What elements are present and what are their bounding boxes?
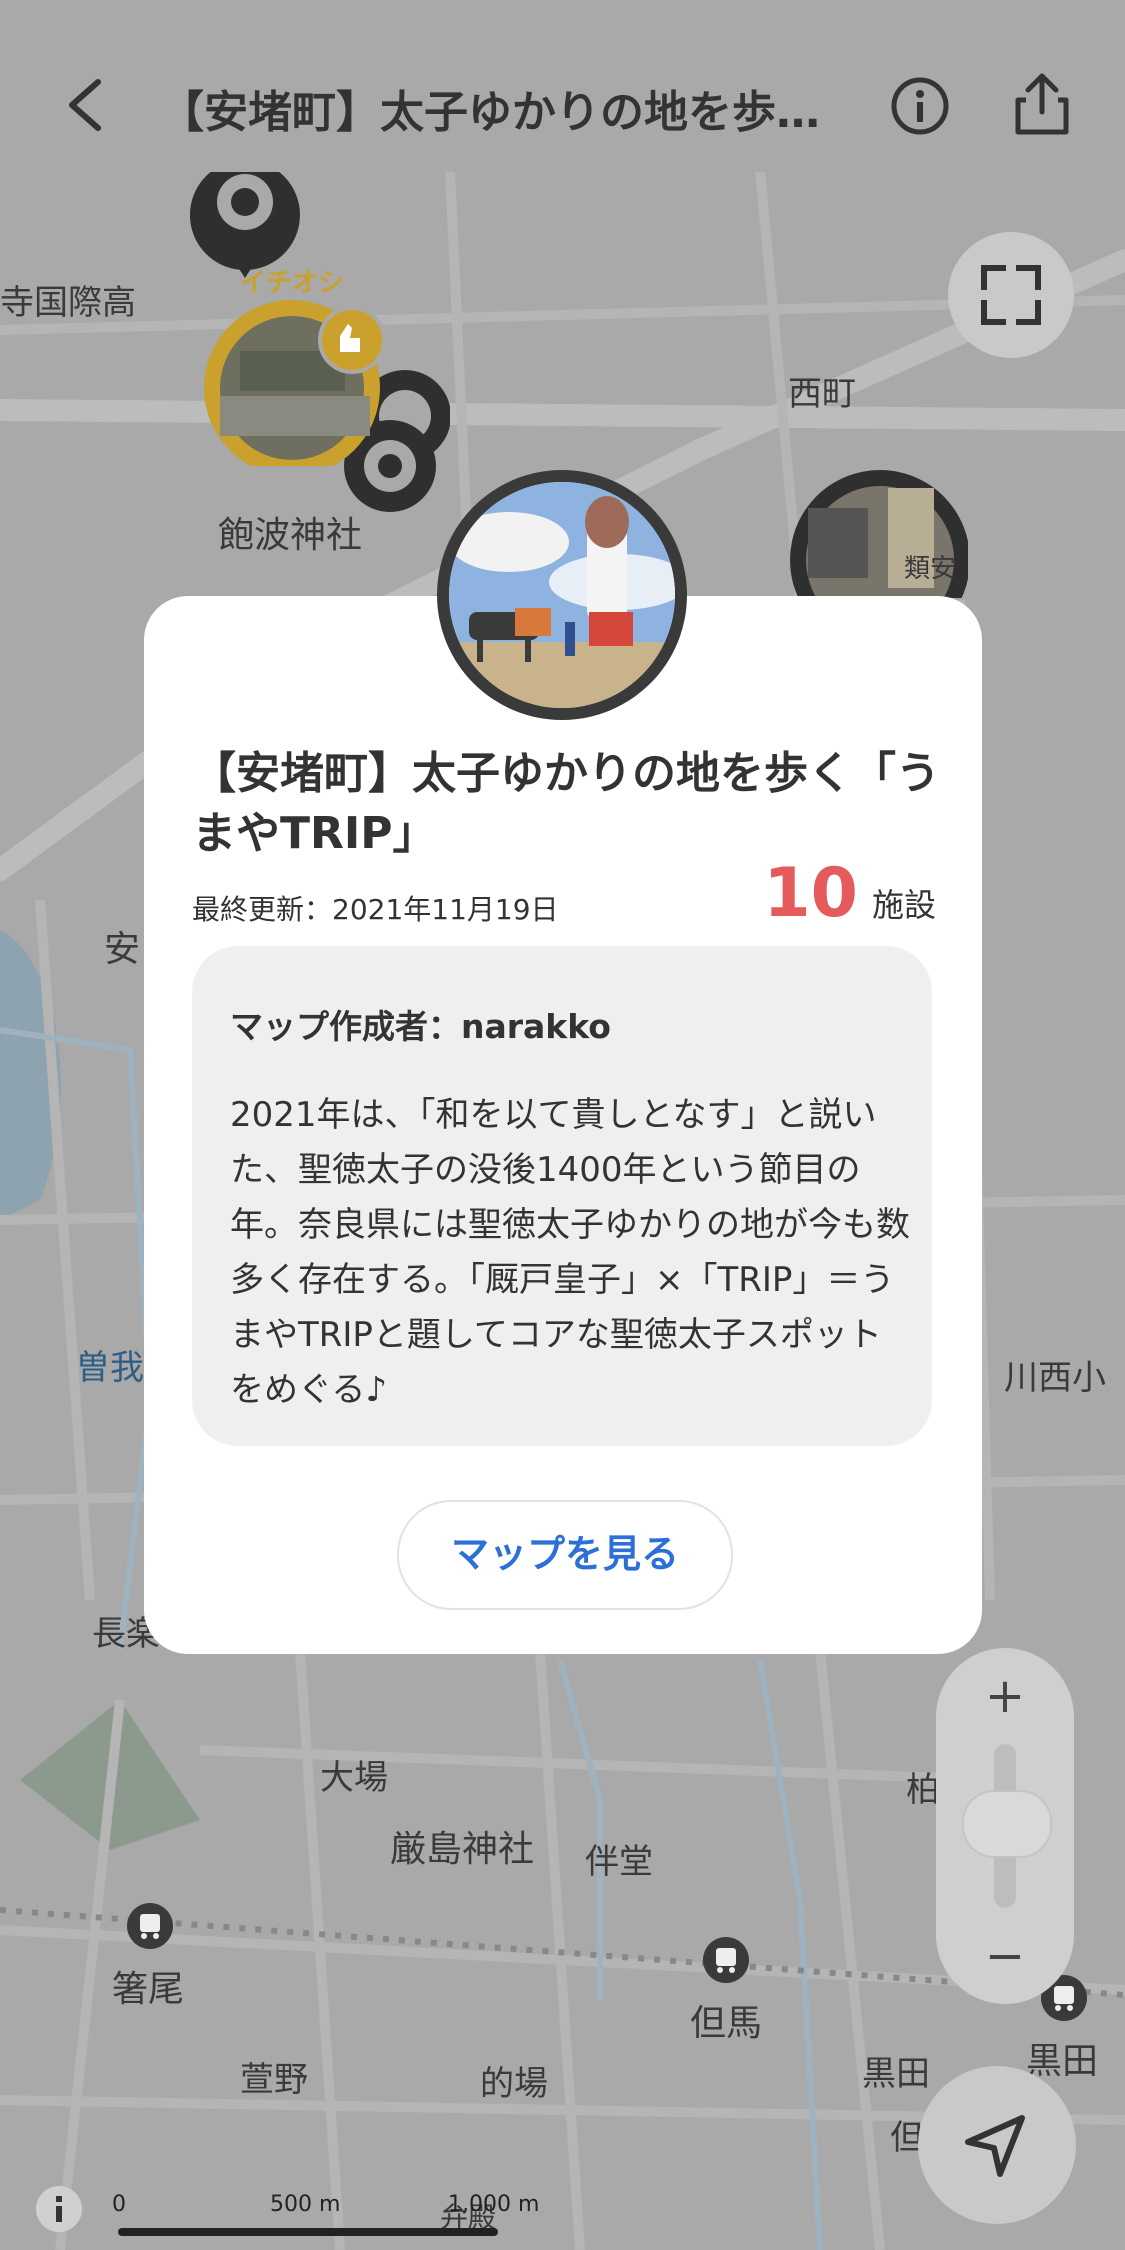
scale-label-zero: 0 bbox=[112, 2192, 126, 2217]
zoom-out-button[interactable]: − bbox=[936, 1928, 1074, 1984]
scale-bar bbox=[118, 2228, 498, 2236]
pin-photo-label: 類安 bbox=[904, 554, 957, 584]
map-label: 的場 bbox=[480, 2064, 548, 2104]
map-cover-avatar bbox=[437, 470, 687, 720]
map-label: 厳島神社 bbox=[390, 1829, 535, 1870]
last-updated: 最終更新：2021年11月19日 bbox=[192, 893, 559, 926]
fullscreen-icon bbox=[981, 265, 1041, 325]
facility-count: 10 施設 bbox=[763, 854, 936, 933]
map-label: 寺国際高 bbox=[0, 283, 136, 323]
map-label: 安 bbox=[104, 929, 141, 970]
scale-label-max: 1,000 m bbox=[448, 2192, 540, 2217]
share-icon[interactable] bbox=[1012, 70, 1072, 142]
map-label: 川西小 bbox=[1004, 1358, 1106, 1398]
featured-pin[interactable] bbox=[200, 296, 400, 476]
zoom-in-button[interactable]: + bbox=[936, 1668, 1074, 1724]
map-description: 2021年は、「和を以て貴しとなす」と説いた、聖徳太子の没後1400年という節目… bbox=[230, 1095, 910, 1410]
map-label: 西町 bbox=[788, 374, 856, 414]
navigation-arrow-icon bbox=[965, 2115, 1025, 2177]
info-icon bbox=[56, 2196, 62, 2222]
current-location-button[interactable] bbox=[918, 2066, 1076, 2224]
map-label: 萱野 bbox=[240, 2060, 308, 2100]
map-pin[interactable] bbox=[189, 160, 300, 284]
card-title: 【安堵町】太子ゆかりの地を歩く「うまやTRIP」 bbox=[192, 748, 940, 859]
zoom-control: + − bbox=[936, 1648, 1074, 2004]
map-author: マップ作成者：narakko bbox=[230, 1007, 611, 1046]
header-title: 【安堵町】太子ゆかりの地を歩く「うまやTRIP」 bbox=[160, 87, 860, 138]
header-bar: 【安堵町】太子ゆかりの地を歩く「うまやTRIP」 bbox=[0, 0, 1125, 172]
view-map-button[interactable]: マップを見る bbox=[397, 1500, 733, 1610]
map-label: 柏 bbox=[906, 1770, 940, 1810]
map-label: 大場 bbox=[320, 1758, 388, 1798]
map-label: 伴堂 bbox=[585, 1842, 653, 1882]
chevron-left-icon[interactable] bbox=[64, 78, 104, 136]
map-label: 曽我 bbox=[76, 1348, 144, 1388]
facility-count-number: 10 bbox=[763, 854, 858, 933]
description-box: マップ作成者：narakko 2021年は、「和を以て貴しとなす」と説いた、聖徳… bbox=[192, 946, 932, 1446]
info-icon[interactable] bbox=[890, 76, 950, 140]
map-label: 但馬 bbox=[690, 2003, 763, 2044]
facility-count-unit: 施設 bbox=[871, 886, 936, 924]
fullscreen-button[interactable] bbox=[948, 232, 1074, 358]
map-summary-card: 【安堵町】太子ゆかりの地を歩く「うまやTRIP」 最終更新：2021年11月19… bbox=[144, 596, 982, 1654]
station-icon bbox=[126, 1902, 174, 1954]
zoom-slider-thumb[interactable] bbox=[962, 1790, 1052, 1858]
station-icon bbox=[702, 1936, 750, 1988]
map-info-button[interactable] bbox=[36, 2186, 82, 2232]
scale-label-mid: 500 m bbox=[270, 2192, 341, 2217]
map-label: 箸尾 bbox=[112, 1969, 185, 2010]
